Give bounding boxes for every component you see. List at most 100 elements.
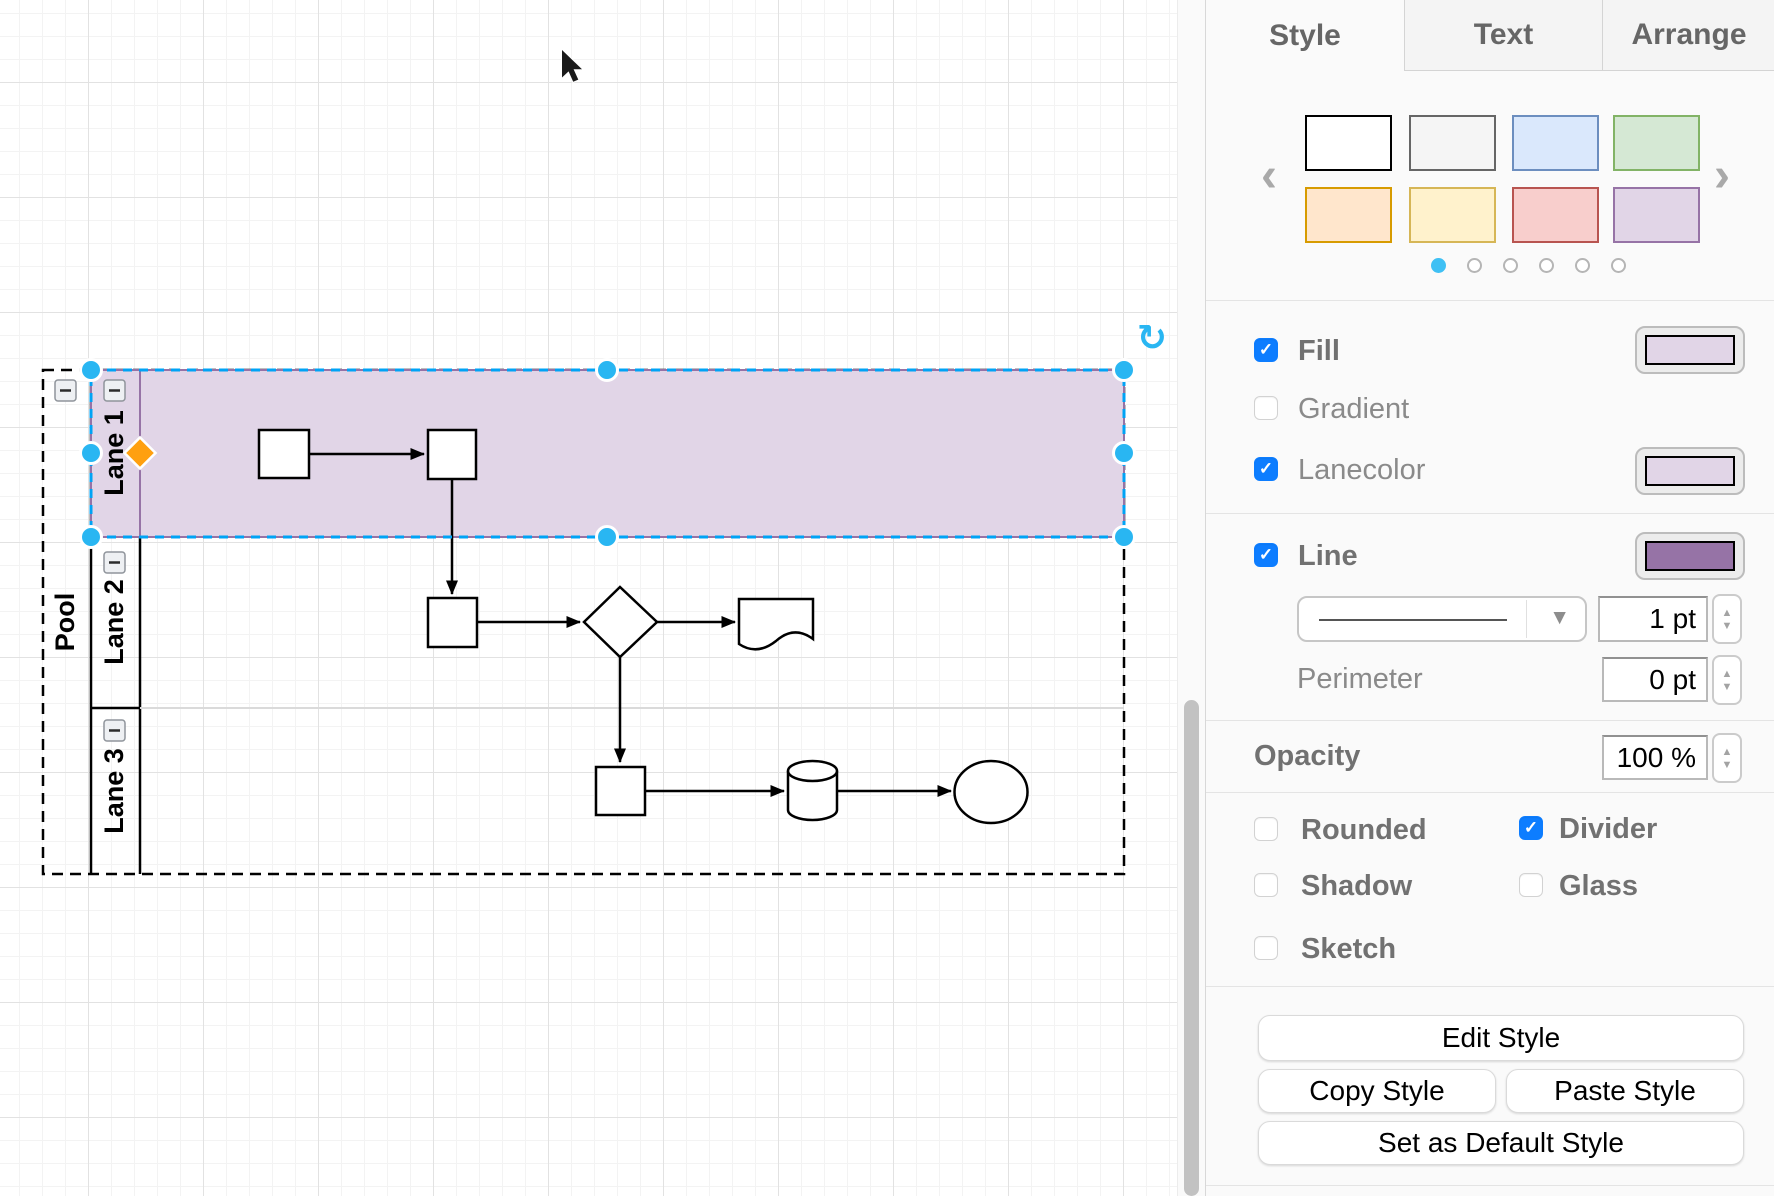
mouse-cursor-icon [562, 50, 582, 82]
lanecolor-checkbox[interactable]: ✓ [1254, 457, 1278, 481]
resize-handle-nw[interactable] [81, 360, 102, 381]
resize-handle-e[interactable] [1114, 443, 1135, 464]
rotate-handle-icon[interactable]: ↻ [1137, 318, 1167, 359]
opacity-input[interactable] [1602, 735, 1708, 780]
fill-color-button[interactable] [1635, 326, 1745, 374]
fill-checkbox[interactable]: ✓ [1254, 338, 1278, 362]
stepper-down-icon[interactable]: ▼ [1722, 682, 1733, 692]
resize-handle-n[interactable] [597, 360, 618, 381]
presets-next-arrow-icon[interactable]: › [1714, 152, 1730, 200]
paste-style-button[interactable]: Paste Style [1506, 1069, 1744, 1113]
lane2-collapse-button[interactable] [104, 552, 125, 573]
tab-text[interactable]: Text [1404, 0, 1602, 71]
preset-pager [1431, 258, 1626, 273]
resize-handle-se[interactable] [1114, 527, 1135, 548]
glass-label: Glass [1559, 871, 1638, 901]
fill-label: Fill [1298, 336, 1340, 366]
opacity-label: Opacity [1254, 741, 1360, 771]
check-icon: ✓ [1255, 458, 1277, 479]
preset-swatch-orange[interactable] [1305, 187, 1392, 243]
preset-swatch-purple[interactable] [1613, 187, 1700, 243]
shadow-checkbox[interactable]: ✓ [1254, 873, 1278, 897]
terminator-ellipse[interactable] [955, 761, 1028, 823]
line-style-dropdown[interactable]: ▼ [1297, 596, 1587, 642]
document-shape[interactable] [739, 599, 813, 649]
preset-swatch-blue[interactable] [1512, 115, 1599, 171]
line-width-input[interactable] [1598, 596, 1708, 642]
stepper-up-icon[interactable]: ▲ [1722, 669, 1733, 679]
set-default-style-button[interactable]: Set as Default Style [1258, 1121, 1744, 1165]
rounded-label: Rounded [1301, 815, 1427, 845]
presets-prev-arrow-icon[interactable]: ‹ [1261, 152, 1277, 200]
preset-swatch-green[interactable] [1613, 115, 1700, 171]
process-box-1[interactable] [259, 430, 309, 478]
lane1-collapse-button[interactable] [104, 380, 125, 401]
glass-checkbox[interactable]: ✓ [1519, 873, 1543, 897]
preset-swatch-gray[interactable] [1409, 115, 1496, 171]
stepper-up-icon[interactable]: ▲ [1722, 608, 1733, 618]
pool-label: Pool [50, 593, 80, 652]
process-box-4[interactable] [596, 767, 645, 815]
rounded-checkbox[interactable]: ✓ [1254, 817, 1278, 841]
line-color-button[interactable] [1635, 532, 1745, 580]
pager-dot[interactable] [1575, 258, 1590, 273]
lanecolor-color-button[interactable] [1635, 447, 1745, 495]
pool-collapse-button[interactable] [55, 380, 76, 401]
scrollbar-thumb[interactable] [1184, 700, 1199, 1196]
edit-style-button[interactable]: Edit Style [1258, 1015, 1744, 1061]
pager-dot[interactable] [1467, 258, 1482, 273]
check-icon: ✓ [1255, 339, 1277, 360]
lanecolor-color-swatch [1645, 456, 1735, 486]
database-cylinder[interactable] [788, 761, 837, 820]
gradient-label: Gradient [1298, 394, 1409, 424]
format-tabbar: Style Text Arrange [1206, 0, 1774, 71]
pager-dot[interactable] [1431, 258, 1446, 273]
divider-checkbox[interactable]: ✓ [1519, 816, 1543, 840]
resize-handle-s[interactable] [597, 527, 618, 548]
lane1-shape[interactable] [91, 370, 1124, 537]
preset-swatch-red[interactable] [1512, 187, 1599, 243]
resize-handle-w[interactable] [81, 443, 102, 464]
sketch-checkbox[interactable]: ✓ [1254, 936, 1278, 960]
line-label: Line [1298, 541, 1358, 571]
canvas-vertical-scrollbar[interactable] [1177, 0, 1206, 1196]
check-icon: ✓ [1255, 544, 1277, 565]
line-width-stepper[interactable]: ▲ ▼ [1712, 594, 1742, 644]
resize-handle-sw[interactable] [81, 527, 102, 548]
stepper-up-icon[interactable]: ▲ [1722, 747, 1733, 757]
sketch-label: Sketch [1301, 934, 1396, 964]
drawio-app: Pool Lane 1 Lane 2 Lane 3 [0, 0, 1774, 1196]
stepper-down-icon[interactable]: ▼ [1722, 621, 1733, 631]
lane3-collapse-button[interactable] [104, 720, 125, 741]
lane2-label: Lane 2 [99, 579, 129, 665]
line-checkbox[interactable]: ✓ [1254, 543, 1278, 567]
divider-label: Divider [1559, 814, 1657, 844]
pager-dot[interactable] [1503, 258, 1518, 273]
decision-diamond[interactable] [584, 587, 657, 657]
resize-handle-ne[interactable] [1114, 360, 1135, 381]
line-color-swatch [1645, 541, 1735, 571]
perimeter-input[interactable] [1602, 657, 1708, 702]
shadow-label: Shadow [1301, 871, 1412, 901]
pager-dot[interactable] [1611, 258, 1626, 273]
fill-color-swatch [1645, 335, 1735, 365]
opacity-stepper[interactable]: ▲ ▼ [1712, 733, 1742, 783]
dropdown-arrow-icon: ▼ [1549, 606, 1570, 630]
process-box-3[interactable] [428, 598, 477, 647]
preset-swatch-yellow[interactable] [1409, 187, 1496, 243]
lane3-label: Lane 3 [99, 748, 129, 834]
format-panel: Style Text Arrange ‹ › ✓ Fill [1205, 0, 1774, 1196]
tab-style[interactable]: Style [1206, 0, 1404, 71]
perimeter-label: Perimeter [1297, 664, 1423, 694]
diagram-canvas[interactable]: Pool Lane 1 Lane 2 Lane 3 [0, 0, 1177, 1196]
check-icon: ✓ [1520, 817, 1542, 838]
process-box-2[interactable] [428, 430, 476, 479]
stepper-down-icon[interactable]: ▼ [1722, 760, 1733, 770]
tab-arrange[interactable]: Arrange [1602, 0, 1774, 71]
pager-dot[interactable] [1539, 258, 1554, 273]
copy-style-button[interactable]: Copy Style [1258, 1069, 1496, 1113]
diagram-layer: Pool Lane 1 Lane 2 Lane 3 [0, 0, 1177, 1196]
preset-swatch-white[interactable] [1305, 115, 1392, 171]
gradient-checkbox[interactable]: ✓ [1254, 396, 1278, 420]
perimeter-stepper[interactable]: ▲ ▼ [1712, 655, 1742, 705]
